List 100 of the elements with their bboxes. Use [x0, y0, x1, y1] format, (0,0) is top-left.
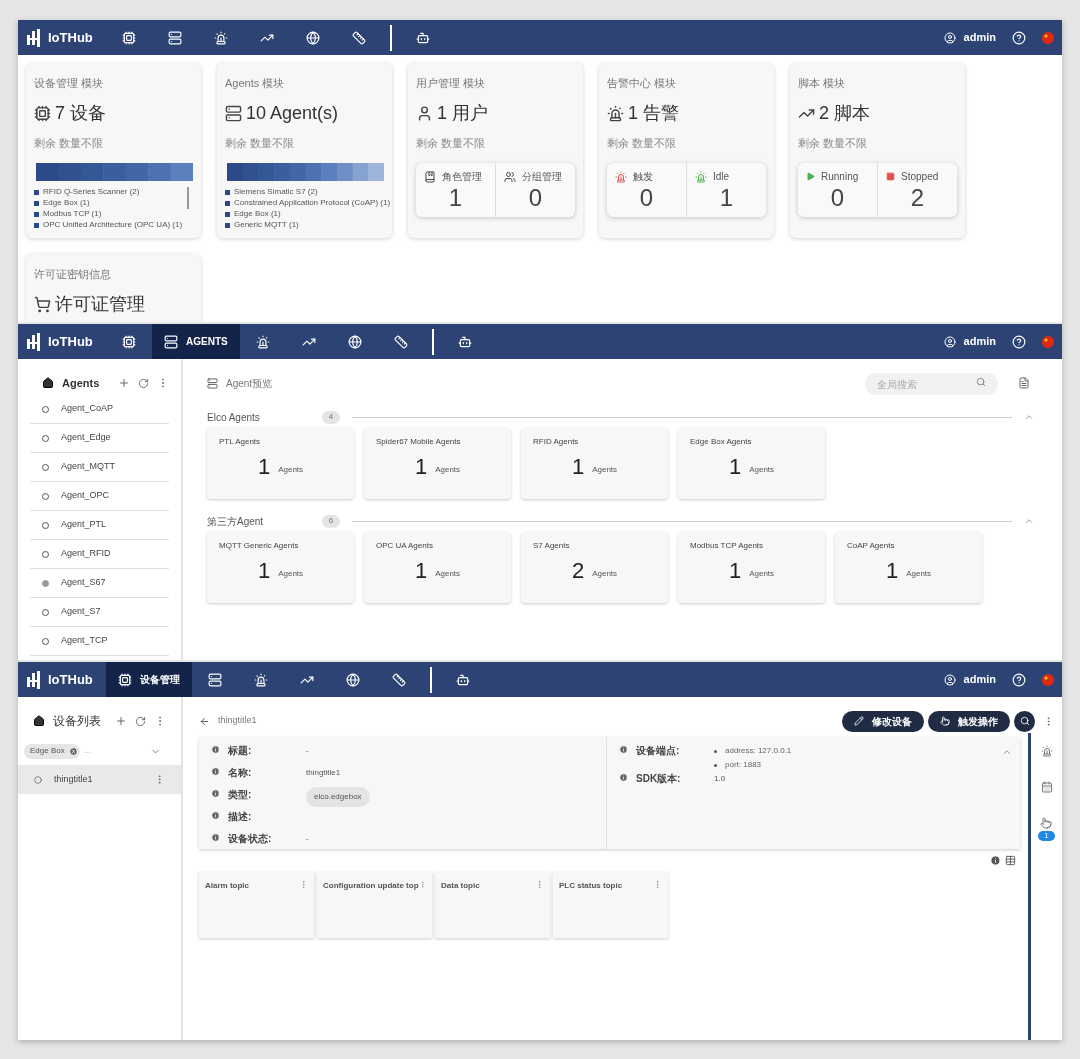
help-icon[interactable]: [1012, 672, 1026, 687]
agent-card[interactable]: PTL Agents 1 Agents: [207, 428, 354, 499]
stat-label: Idle: [713, 170, 730, 184]
agent-card[interactable]: OPC UA Agents 1 Agents: [364, 532, 511, 603]
search-button[interactable]: [1014, 710, 1035, 732]
agent-card[interactable]: Modbus TCP Agents 1 Agents: [678, 532, 825, 603]
add-icon[interactable]: [118, 377, 130, 389]
document-icon[interactable]: [1018, 377, 1030, 389]
siren-icon: [254, 672, 268, 687]
agent-unit: Agents: [749, 568, 775, 580]
module-headline: 10 Agent(s): [246, 101, 339, 125]
agent-unit: Agents: [592, 568, 618, 580]
server-icon: [164, 334, 178, 349]
table-icon[interactable]: [1005, 855, 1016, 866]
agent-unit: Agents: [592, 464, 618, 476]
brand-name: IoTHub: [48, 670, 93, 689]
module-headline: 2 脚本: [819, 101, 870, 125]
home-icon[interactable]: [33, 715, 45, 727]
ruler-icon: [392, 672, 406, 687]
help-icon[interactable]: [1012, 30, 1026, 45]
siren-icon: [695, 170, 707, 183]
sidebar-item[interactable]: Agent_MQTT: [30, 453, 169, 482]
nav-tab[interactable]: AGENTS: [152, 324, 240, 359]
stat-label: 角色管理: [442, 170, 482, 184]
agent-card-title: MQTT Generic Agents: [219, 540, 300, 552]
agent-card[interactable]: RFID Agents 1 Agents: [521, 428, 668, 499]
sidebar-item[interactable]: Agent_Edge: [30, 424, 169, 453]
refresh-icon[interactable]: [138, 377, 149, 389]
add-icon[interactable]: [115, 715, 127, 727]
remaining-text: 剩余 数量不限: [798, 135, 869, 151]
globe-icon: [347, 334, 362, 349]
info-icon[interactable]: [990, 855, 1001, 866]
info-icon: [619, 745, 628, 754]
search-icon[interactable]: [976, 376, 986, 387]
agent-card[interactable]: CoAP Agents 1 Agents: [835, 532, 982, 603]
field-value: address: 127.0.0.1: [725, 745, 792, 757]
chip-icon: [34, 104, 51, 122]
device-list-item[interactable]: thingtitle1: [18, 765, 181, 794]
legend-label: RFID Q-Series Scanner (2): [43, 187, 140, 197]
siren-icon[interactable]: [1040, 745, 1053, 757]
refresh-icon[interactable]: [135, 715, 146, 727]
info-icon: [211, 833, 220, 842]
pencil-icon: [854, 716, 864, 726]
sidebar-item[interactable]: Agent_TCP: [30, 627, 169, 656]
server-icon: [168, 30, 182, 45]
info-icon: [211, 767, 220, 776]
agent-card[interactable]: Edge Box Agents 1 Agents: [678, 428, 825, 499]
stat-label: Running: [821, 170, 859, 184]
username: admin: [963, 30, 996, 46]
count-badge: 4: [322, 410, 340, 424]
ruler-icon: [352, 30, 366, 45]
home-icon[interactable]: [42, 377, 54, 389]
sidebar-item[interactable]: Agent_RFID: [30, 540, 169, 569]
sidebar-item[interactable]: Agent_S67: [30, 569, 169, 598]
agent-card[interactable]: S7 Agents 2 Agents: [521, 532, 668, 603]
field-value: 1.0: [714, 773, 726, 785]
back-icon[interactable]: [199, 715, 210, 727]
chip-icon: [118, 672, 132, 687]
filter-chip[interactable]: Edge Box: [24, 743, 80, 759]
agent-unit: Agents: [435, 464, 461, 476]
flag-icon[interactable]: [1042, 31, 1054, 44]
siren-icon: [255, 334, 270, 349]
agent-card[interactable]: Spider67 Mobile Agents 1 Agents: [364, 428, 511, 499]
nav-tab[interactable]: 设备管理: [106, 662, 192, 697]
device-title: thingtitle1: [218, 714, 258, 728]
legend-swatch: [225, 211, 230, 217]
agent-unit: Agents: [906, 568, 932, 580]
globe-icon: [306, 30, 320, 45]
agent-unit: Agents: [749, 464, 775, 476]
trigger-button[interactable]: 触发操作: [928, 710, 1010, 732]
ruler-icon: [393, 334, 408, 349]
sidebar-item[interactable]: Agent_CoAP: [30, 395, 169, 424]
module-title: 用户管理 模块: [416, 76, 487, 91]
users-icon: [504, 170, 516, 183]
stat-label: 触发: [633, 170, 653, 184]
module-title: 许可证密钥信息: [34, 267, 112, 282]
sidebar-item[interactable]: Agent_S7: [30, 598, 169, 627]
field-label: 类型:: [228, 788, 253, 802]
siren-icon: [615, 170, 627, 183]
flag-icon[interactable]: [1042, 335, 1054, 348]
server-icon: [207, 377, 218, 389]
help-icon[interactable]: [1012, 334, 1026, 349]
remove-icon[interactable]: [68, 746, 78, 756]
module-headline: 7 设备: [55, 101, 106, 125]
topic-title: Data topic: [441, 880, 481, 892]
pointer-icon[interactable]: [1040, 817, 1053, 829]
field-label: SDK版本:: [636, 772, 682, 786]
legend-label: Edge Box (1): [43, 198, 90, 208]
stat-value: 1: [447, 184, 464, 212]
agent-card[interactable]: MQTT Generic Agents 1 Agents: [207, 532, 354, 603]
flag-icon[interactable]: [1042, 673, 1054, 686]
search-field[interactable]: 全局搜索: [865, 373, 998, 396]
edit-button[interactable]: 修改设备: [842, 710, 924, 732]
sidebar-item[interactable]: Agent_OPC: [30, 482, 169, 511]
username: admin: [963, 672, 996, 688]
calendar-icon[interactable]: [1040, 781, 1053, 793]
sidebar-title: 设备列表: [53, 713, 102, 730]
field-value: -: [306, 833, 309, 845]
sidebar-item[interactable]: Agent_PTL: [30, 511, 169, 540]
module-title: 告警中心 模块: [607, 76, 678, 91]
